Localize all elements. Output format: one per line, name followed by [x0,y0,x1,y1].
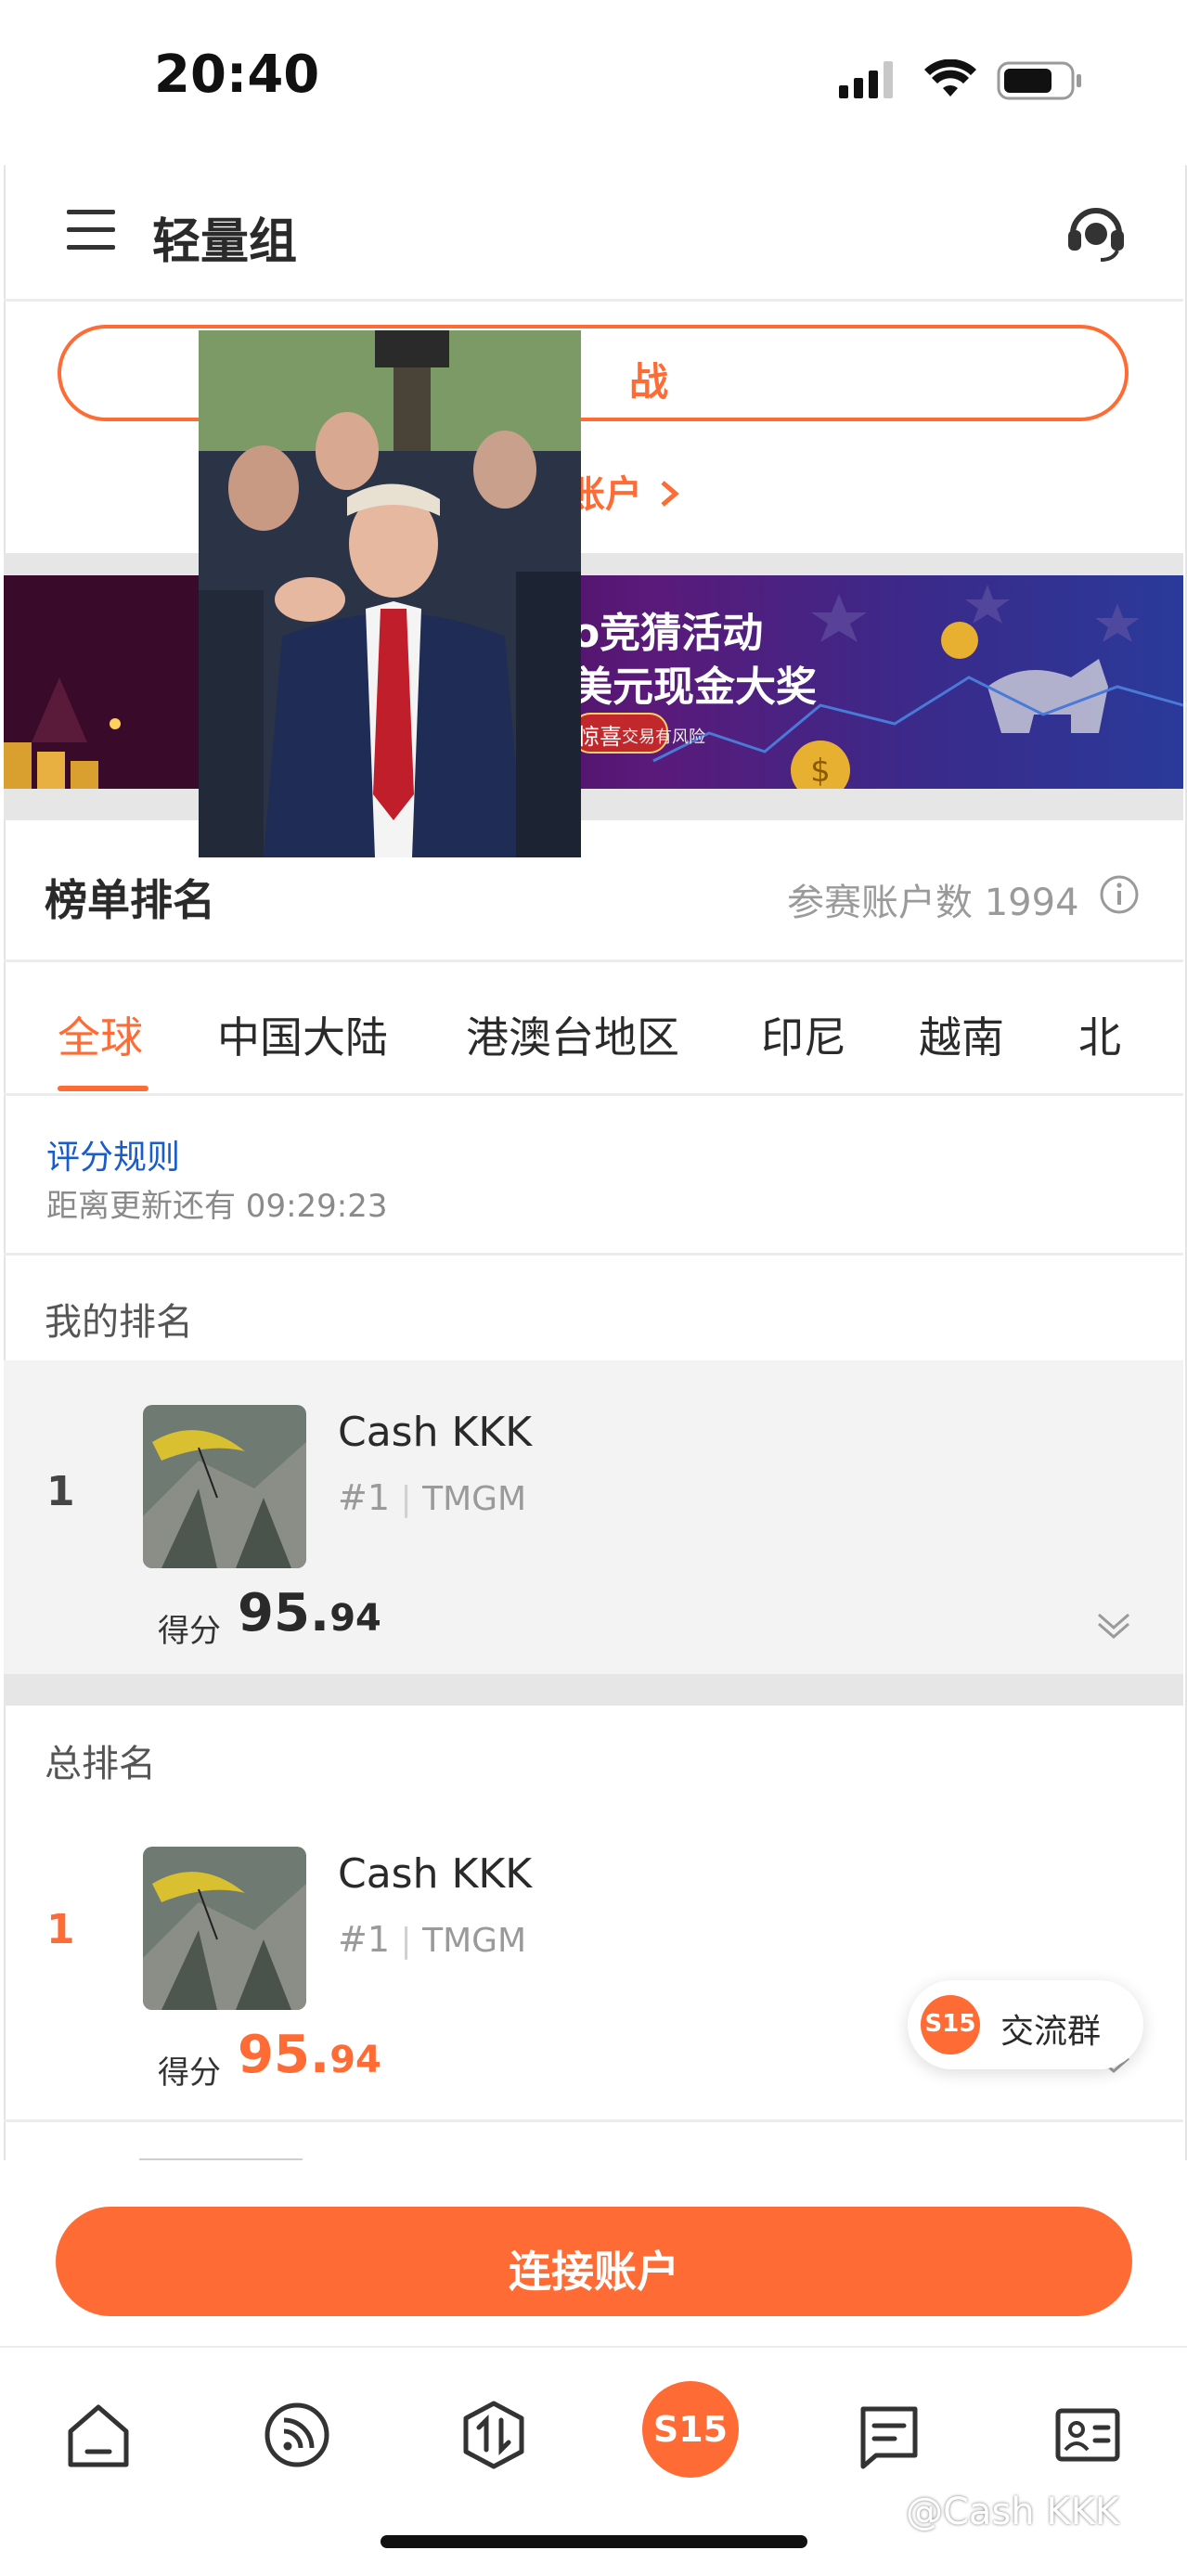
score-value: 95.94 [238,2025,381,2085]
score-decimal: 94 [329,2039,381,2081]
chevron-down-icon[interactable] [1095,1605,1132,1642]
tab-more[interactable]: 北 [1078,1004,1121,1065]
avatar-image [143,1847,306,2010]
broker-name: TMGM [422,1480,527,1518]
avatar [143,1847,306,2010]
banner-risk-note: 交易有风险 [622,728,705,747]
tab-indonesia[interactable]: 印尼 [761,1004,846,1065]
tab-hk-macau-taiwan[interactable]: 港澳台地区 [466,1004,679,1065]
community-group-label: 交流群 [1000,2013,1102,2051]
connect-account-button[interactable]: 连接账户 [56,2207,1132,2316]
participants-number: 1994 [984,882,1079,924]
video-overlay[interactable] [199,330,581,857]
section-gap [4,553,1183,575]
broker-name: TMGM [422,1922,527,1960]
section-gap [4,1674,1183,1706]
watermark: @Cash KKK [906,2491,1120,2533]
feed-icon[interactable] [258,2396,336,2474]
active-tab-indicator [58,1086,148,1091]
user-rank-tag: #1 [338,1919,391,1960]
community-group-button[interactable]: S15 交流群 [908,1980,1143,2069]
user-rank-tag: #1 [338,1477,391,1518]
score-decimal: 94 [329,1597,381,1640]
avatar-image [143,1405,306,1568]
s15-logo-icon: S15 [921,1995,980,2054]
divider [4,2119,1183,2122]
my-rank-card[interactable]: 1 Cash KKK #1 | TMGM 得分 95.94 [4,1360,1183,1674]
s15-logo-icon[interactable]: S15 [642,2381,739,2478]
s15-tab-text: S15 [652,2409,729,2450]
battery-icon [997,61,1081,100]
my-rank-number: 1 [46,1468,75,1515]
banner-headline: o竞猜活动 [572,610,764,657]
account-link[interactable]: 账户 [568,464,683,518]
divider [4,1253,1183,1256]
scoring-rules-link[interactable]: 评分规则 [46,1130,180,1179]
hamburger-icon[interactable] [65,208,117,252]
score-integer: 95. [238,2025,330,2085]
user-name: Cash KKK [338,1850,533,1898]
home-icon[interactable] [59,2396,137,2474]
status-time: 20:40 [154,45,320,105]
score-value: 95.94 [238,1583,381,1643]
tab-global[interactable]: 全球 [58,1004,143,1065]
user-meta: #1 | TMGM [338,1477,526,1518]
avatar [143,1405,306,1568]
headset-icon[interactable] [1064,200,1129,265]
trade-icon[interactable] [455,2396,533,2474]
my-rank-label: 我的排名 [45,1301,193,1344]
page-title: 轻量组 [152,214,298,270]
message-icon[interactable] [850,2396,928,2474]
promo-banner[interactable]: $ o竞猜活动 美元现金大奖 惊喜 交易有风险 [4,575,1183,789]
svg-text:$: $ [810,753,831,789]
participants-label: 参赛账户数 [787,882,973,924]
participants-count: 参赛账户数 1994 [787,872,1079,926]
chip-logo-text: S15 [924,2010,976,2038]
score-integer: 95. [238,1583,330,1643]
section-gap [4,789,1183,820]
banner-prize: 美元现金大奖 [572,663,817,711]
meta-separator: | [400,1922,412,1960]
user-meta: #1 | TMGM [338,1919,526,1960]
tab-vietnam[interactable]: 越南 [919,1004,1004,1065]
signal-icon [839,61,893,98]
overall-rank-number: 1 [46,1906,75,1953]
banner-cta-label: 惊喜 [577,724,622,750]
video-thumbnail [199,330,581,857]
overall-rank-label: 总排名 [45,1743,156,1785]
score-label: 得分 [158,1613,221,1650]
connect-account-label: 连接账户 [509,2247,679,2297]
divider [4,1093,1183,1096]
challenge-button-label: 战 [629,359,669,405]
meta-separator: | [400,1480,412,1518]
score-label: 得分 [158,2054,221,2092]
info-icon[interactable] [1099,874,1140,915]
wifi-icon [924,59,976,97]
tab-mainland-china[interactable]: 中国大陆 [217,1004,388,1065]
chevron-right-icon [661,481,679,507]
profile-card-icon[interactable] [1049,2396,1127,2474]
header-divider [4,299,1183,302]
leaderboard-title: 榜单排名 [45,875,215,925]
status-icons [839,59,1081,100]
home-indicator[interactable] [381,2535,807,2548]
user-name: Cash KKK [338,1409,533,1456]
update-countdown: 距离更新还有 09:29:23 [46,1188,388,1225]
divider [4,960,1183,962]
